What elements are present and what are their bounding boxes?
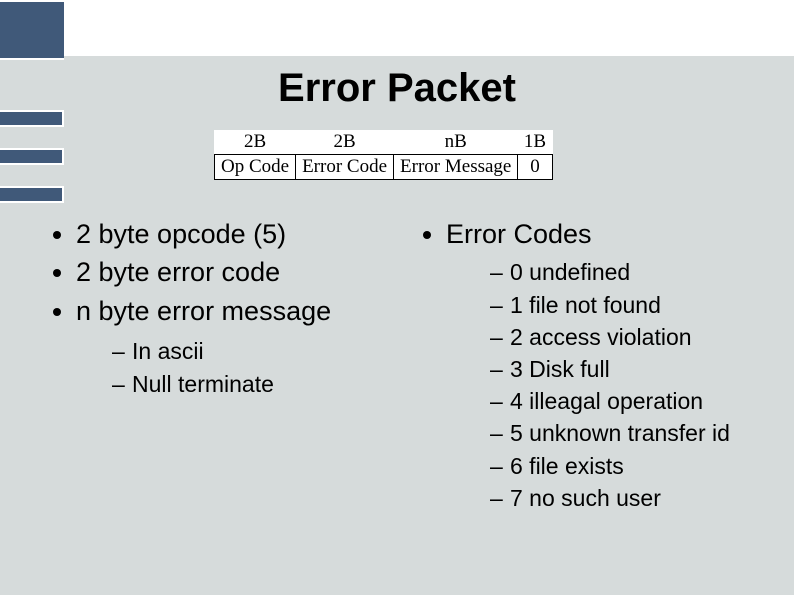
top-band xyxy=(0,0,794,56)
accent-stub xyxy=(0,148,64,165)
content-area: 2 byte opcode (5) 2 byte error code n by… xyxy=(44,216,774,516)
accent-stub xyxy=(0,110,64,127)
list-item: Error Codes 0 undefined 1 file not found… xyxy=(446,216,784,514)
list-item: 4 illeagal operation xyxy=(490,385,784,417)
list-item: Null terminate xyxy=(112,368,404,400)
packet-field-cell: Op Code xyxy=(215,155,296,180)
list-item: 3 Disk full xyxy=(490,353,784,385)
list-item: 0 undefined xyxy=(490,256,784,288)
list-item: In ascii xyxy=(112,335,404,367)
list-item: 5 unknown transfer id xyxy=(490,417,784,449)
packet-field-cell: Error Code xyxy=(296,155,394,180)
left-column: 2 byte opcode (5) 2 byte error code n by… xyxy=(44,216,404,516)
list-item-label: n byte error message xyxy=(76,296,331,326)
error-codes-list: 0 undefined 1 file not found 2 access vi… xyxy=(446,256,784,514)
packet-size-cell: 2B xyxy=(215,130,296,155)
list-item: 2 byte opcode (5) xyxy=(76,216,404,252)
packet-size-cell: 2B xyxy=(296,130,394,155)
packet-description-list: 2 byte opcode (5) 2 byte error code n by… xyxy=(44,216,404,400)
packet-field-cell: Error Message xyxy=(394,155,518,180)
list-item: n byte error message In ascii Null termi… xyxy=(76,293,404,400)
top-band-accent xyxy=(0,0,64,60)
sub-list: In ascii Null terminate xyxy=(76,335,404,399)
right-column: Error Codes 0 undefined 1 file not found… xyxy=(414,216,784,516)
packet-field-cell: 0 xyxy=(518,155,552,180)
packet-size-cell: nB xyxy=(394,130,518,155)
list-item: 2 access violation xyxy=(490,321,784,353)
error-codes-section: Error Codes 0 undefined 1 file not found… xyxy=(414,216,784,514)
accent-stub xyxy=(0,186,64,203)
list-item: 2 byte error code xyxy=(76,254,404,290)
error-codes-heading: Error Codes xyxy=(446,219,592,249)
slide-title: Error Packet xyxy=(0,66,794,111)
list-item: 7 no such user xyxy=(490,482,784,514)
packet-size-cell: 1B xyxy=(518,130,552,155)
packet-structure-table: 2B 2B nB 1B Op Code Error Code Error Mes… xyxy=(214,130,553,180)
slide: Error Packet 2B 2B nB 1B Op Code Error C… xyxy=(0,0,794,595)
list-item: 1 file not found xyxy=(490,289,784,321)
list-item: 6 file exists xyxy=(490,450,784,482)
